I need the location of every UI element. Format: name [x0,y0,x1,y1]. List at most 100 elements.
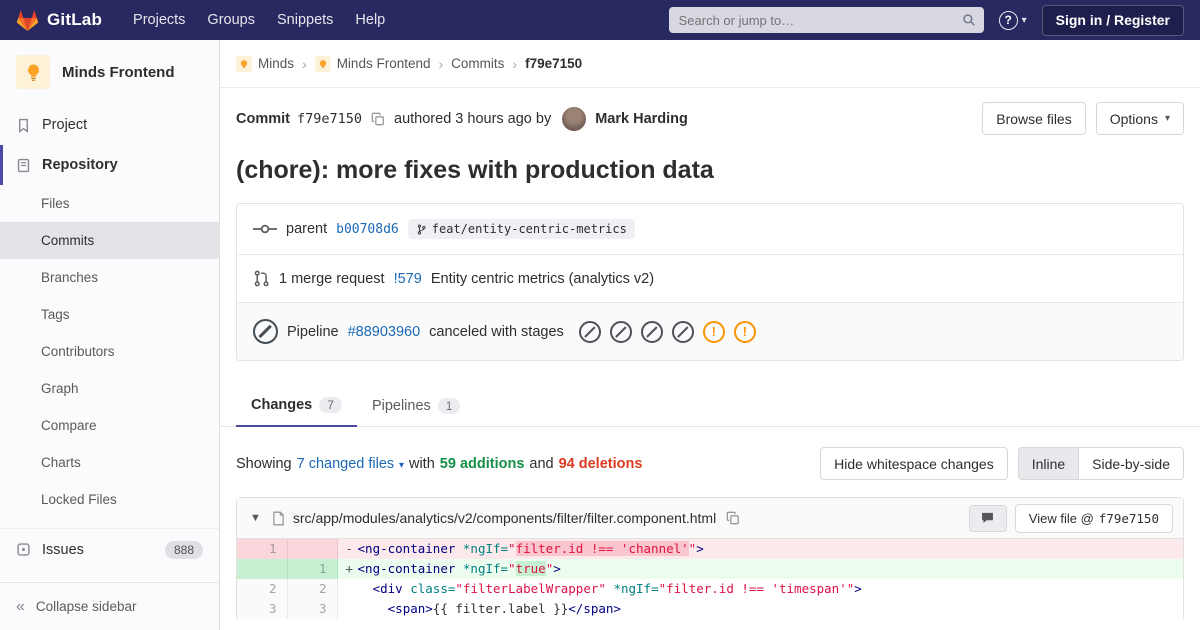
sidebar-item-locked-files[interactable]: Locked Files [0,481,219,518]
branch-name: feat/entity-centric-metrics [431,222,627,236]
pipeline-stages [578,320,765,343]
breadcrumb-separator: › [302,55,307,72]
code-token: " [508,561,516,576]
commit-sha: f79e7150 [296,110,363,127]
tab-changes[interactable]: Changes 7 [236,385,357,427]
copy-icon [726,511,740,525]
code-token: > [553,561,561,576]
old-line-number[interactable]: 1 [237,539,288,559]
diff-sign: + [345,561,354,576]
author-name-link[interactable]: Mark Harding [595,111,688,127]
mr-ref-link[interactable]: !579 [394,271,422,287]
stage-canceled-icon[interactable] [578,320,601,343]
comment-icon [982,512,994,523]
collapse-sidebar-button[interactable]: « Collapse sidebar [0,582,219,630]
sidebar-item-tags[interactable]: Tags [0,296,219,333]
changed-files-dropdown[interactable]: 7 changed files ▾ [297,456,404,472]
nav-item-help[interactable]: Help [344,3,396,37]
sidebar-item-compare[interactable]: Compare [0,407,219,444]
copy-commit-sha-button[interactable] [369,110,387,128]
nav-item-projects[interactable]: Projects [122,3,196,37]
search-input[interactable] [668,7,984,33]
code-token: <div [372,581,411,596]
pipeline-id-link[interactable]: #88903960 [348,324,421,340]
sidebar-item-files[interactable]: Files [0,185,219,222]
code-token: " [508,541,516,556]
chevron-down-icon: ▾ [1021,14,1027,26]
toggle-comments-button[interactable] [968,504,1007,532]
stage-canceled-icon[interactable] [671,320,694,343]
breadcrumb-current-sha: f79e7150 [525,56,583,71]
sidebar-item-label: Project [42,117,88,133]
breadcrumb-separator: › [512,55,518,72]
browse-files-button[interactable]: Browse files [982,102,1086,135]
copy-file-path-button[interactable] [724,509,742,527]
sidebar-item-commits[interactable]: Commits [0,222,219,259]
new-line-number[interactable]: 1 [287,559,338,579]
search-icon [962,13,976,32]
mr-title: Entity centric metrics (analytics v2) [430,270,655,287]
sidebar-item-project[interactable]: Project [0,105,219,145]
sidebar-item-branches[interactable]: Branches [0,259,219,296]
diff-line-added: 1 + <ng-container *ngIf="true"> [237,559,1183,579]
old-line-number[interactable]: 3 [237,599,288,619]
tab-pipelines[interactable]: Pipelines 1 [357,385,476,426]
new-line-number[interactable]: 2 [287,579,338,599]
sidebar-item-label: Repository [42,157,118,173]
sign-in-register-button[interactable]: Sign in / Register [1041,4,1184,36]
project-avatar-icon [314,55,331,72]
brand-name: GitLab [47,10,103,29]
breadcrumb-commits[interactable]: Commits [451,56,504,71]
code-line: <span>{{ filter.label }}</span> [337,599,1183,619]
sidebar-item-label: Issues [42,541,84,558]
nav-item-groups[interactable]: Groups [196,3,266,37]
pipeline-canceled-icon[interactable] [253,319,278,344]
inline-view-button[interactable]: Inline [1017,447,1080,480]
pipeline-status-text: canceled with stages [429,323,564,340]
breadcrumb-minds-frontend[interactable]: Minds Frontend [314,55,430,72]
merge-request-row: 1 merge request !579 Entity centric metr… [237,254,1183,302]
chevron-down-icon: ▾ [396,459,404,471]
stage-canceled-icon[interactable] [609,320,632,343]
changes-count-badge: 7 [319,397,342,413]
issues-icon [16,542,31,557]
commit-info-box: parent b00708d6 feat/entity-centric-metr… [236,203,1184,361]
breadcrumb-minds[interactable]: Minds [236,55,294,72]
code-token: "filterLabelWrapper" [455,581,606,596]
old-line-number[interactable] [237,559,288,579]
deletions-count: 94 deletions [558,455,643,472]
diff-line-removed: 1 - <ng-container *ngIf="filter.id !== 'ch… [237,539,1183,559]
stage-canceled-icon[interactable] [640,320,663,343]
author-avatar[interactable] [562,106,587,131]
view-file-button[interactable]: View file @ f79e7150 [1014,503,1173,533]
help-dropdown[interactable]: ? ▾ [998,10,1027,30]
side-by-side-view-button[interactable]: Side-by-side [1078,447,1184,480]
sidebar-item-issues[interactable]: Issues 888 [0,529,219,570]
sidebar-project-name: Minds Frontend [62,63,175,81]
code-line: - <ng-container *ngIf="filter.id !== 'cha… [337,539,1183,559]
file-path[interactable]: src/app/modules/analytics/v2/components/… [293,510,716,526]
parent-sha-link[interactable]: b00708d6 [336,222,399,237]
commit-meta-row: Commit f79e7150 authored 3 hours ago by … [220,88,1200,135]
new-line-number[interactable]: 3 [287,599,338,619]
old-line-number[interactable]: 2 [237,579,288,599]
parent-label: parent [286,221,328,237]
sidebar-item-repository[interactable]: Repository [0,145,219,185]
stage-warning-icon[interactable] [733,320,756,343]
hide-whitespace-button[interactable]: Hide whitespace changes [820,447,1008,480]
sidebar-item-charts[interactable]: Charts [0,444,219,481]
collapse-diff-chevron-icon[interactable]: ▼ [247,512,264,524]
project-header[interactable]: Minds Frontend [0,40,219,99]
stage-warning-icon[interactable] [702,320,725,343]
sidebar-item-contributors[interactable]: Contributors [0,333,219,370]
new-line-number[interactable] [287,539,338,559]
code-token: filter.id !== 'channel' [515,541,689,556]
options-dropdown-button[interactable]: Options ▾ [1095,102,1184,135]
branch-ref-pill[interactable]: feat/entity-centric-metrics [407,219,635,239]
sidebar-item-graph[interactable]: Graph [0,370,219,407]
nav-item-snippets[interactable]: Snippets [266,3,344,37]
gitlab-home-link[interactable]: GitLab [16,9,102,32]
code-line: + <ng-container *ngIf="true"> [337,559,1183,579]
additions-count: 59 additions [439,455,525,472]
